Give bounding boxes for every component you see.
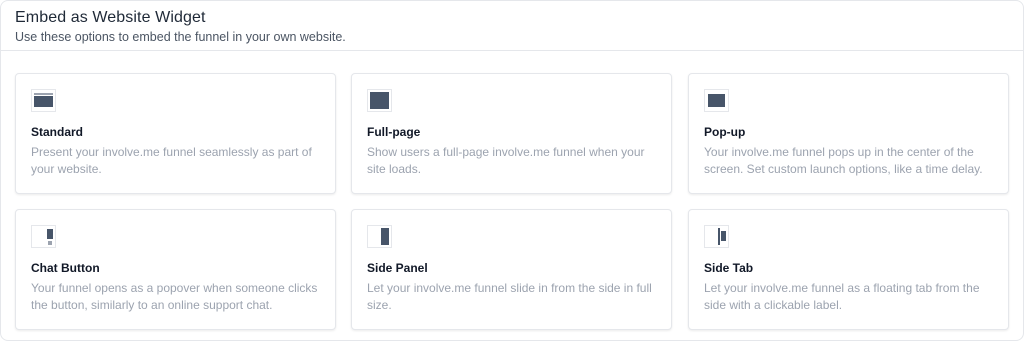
- option-card-chat-button[interactable]: Chat Button Your funnel opens as a popov…: [15, 209, 336, 330]
- popup-layout-icon: [704, 89, 729, 112]
- option-card-standard[interactable]: Standard Present your involve.me funnel …: [15, 73, 336, 194]
- standard-layout-icon: [31, 89, 56, 112]
- option-description: Let your involve.me funnel slide in from…: [367, 281, 652, 312]
- side-tab-layout-icon: [704, 225, 729, 248]
- option-description: Show users a full-page involve.me funnel…: [367, 145, 645, 176]
- option-description: Let your involve.me funnel as a floating…: [704, 281, 980, 312]
- option-title: Pop-up: [704, 125, 746, 139]
- panel-header: Embed as Website Widget Use these option…: [1, 1, 1023, 51]
- option-card-pop-up[interactable]: Pop-up Your involve.me funnel pops up in…: [688, 73, 1009, 194]
- side-panel-layout-icon: [367, 225, 392, 248]
- option-card-side-tab[interactable]: Side Tab Let your involve.me funnel as a…: [688, 209, 1009, 330]
- option-description: Your funnel opens as a popover when some…: [31, 281, 318, 312]
- option-title: Side Panel: [367, 261, 428, 275]
- option-title: Full-page: [367, 125, 421, 139]
- option-description: Your involve.me funnel pops up in the ce…: [704, 145, 983, 176]
- page-title: Embed as Website Widget: [15, 9, 206, 26]
- option-title: Side Tab: [704, 261, 754, 275]
- option-description: Present your involve.me funnel seamlessl…: [31, 145, 312, 176]
- option-title: Standard: [31, 125, 84, 139]
- option-title: Chat Button: [31, 261, 100, 275]
- embed-widget-panel: Embed as Website Widget Use these option…: [0, 0, 1024, 341]
- option-card-side-panel[interactable]: Side Panel Let your involve.me funnel sl…: [351, 209, 672, 330]
- option-card-full-page[interactable]: Full-page Show users a full-page involve…: [351, 73, 672, 194]
- chat-button-layout-icon: [31, 225, 56, 248]
- full-page-layout-icon: [367, 89, 392, 112]
- page-subtitle: Use these options to embed the funnel in…: [15, 30, 346, 44]
